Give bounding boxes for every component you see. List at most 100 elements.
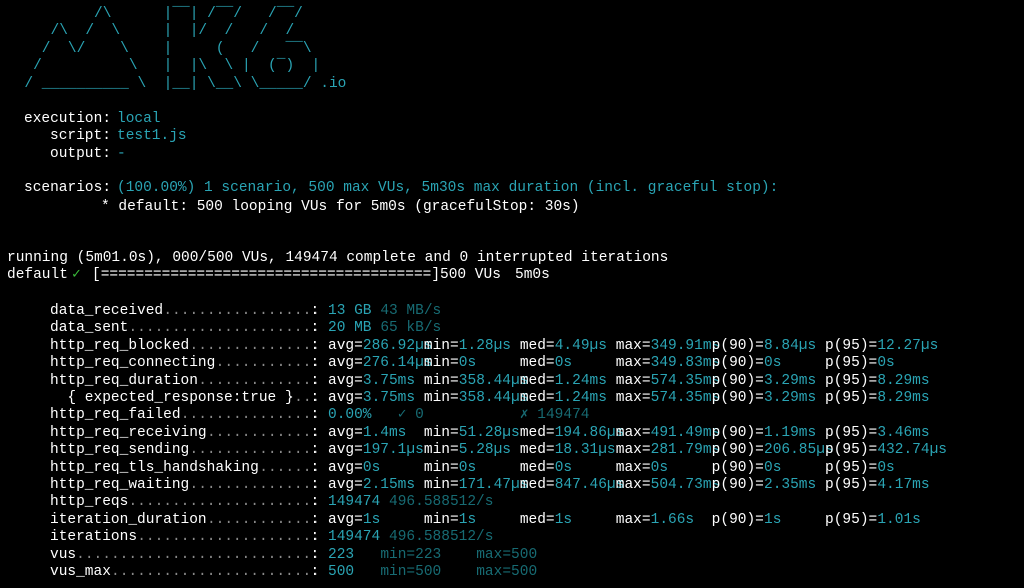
- metric-value: med=: [519, 372, 555, 389]
- metric-value: p(95)=: [825, 477, 878, 493]
- metric-colon: :: [310, 494, 320, 511]
- metric-value: ✓ 0: [397, 407, 424, 424]
- metric-value: 206.85µs: [764, 442, 834, 459]
- metric-value: p(95)=: [825, 459, 878, 476]
- metric-value: p(90)=: [711, 390, 764, 406]
- metric-value: p(95)=: [825, 372, 878, 389]
- metric-value: min=: [423, 459, 459, 476]
- metric-name: data_received: [50, 303, 164, 319]
- metric-value: 847.46µs: [554, 477, 625, 493]
- metric-value: 349.91ms: [650, 337, 721, 354]
- metric-value: max=: [615, 355, 651, 372]
- metric-value: 574.35ms: [650, 372, 721, 389]
- metric-value: p(90)=: [711, 337, 764, 354]
- metric-value: 1.4ms: [362, 424, 407, 441]
- metric-dots: ......................: [128, 494, 320, 511]
- metric-name: vus: [50, 546, 77, 563]
- terminal-window[interactable]: /\ |‾‾| /‾‾/ /‾‾/ /\ / \ | |/ / / / / \/…: [0, 0, 1024, 588]
- metric-value: 1.24ms: [554, 372, 607, 389]
- metric-value: 149474: [328, 529, 381, 546]
- metric-value: p(90)=: [711, 355, 764, 372]
- metric-value: p(90)=: [711, 477, 764, 493]
- metric-name: iterations: [50, 529, 138, 546]
- metric-value: 1s: [458, 511, 477, 528]
- metric-name: http_req_waiting: [50, 477, 190, 493]
- metric-value: 0s: [764, 459, 782, 476]
- metric-value: 2.35ms: [764, 477, 817, 493]
- metric-value: 13 GB: [328, 303, 372, 319]
- metric-value: 3.75ms: [362, 372, 416, 389]
- metric-value: 1s: [554, 511, 573, 528]
- metric-value: max=500: [476, 546, 538, 563]
- metric-value: med=: [519, 459, 555, 476]
- metric-value: max=: [615, 477, 651, 493]
- metric-value: 358.44µs: [458, 390, 529, 406]
- metric-value: med=: [519, 337, 555, 354]
- metric-dots: ...............: [189, 442, 321, 459]
- metric-value: avg=: [328, 355, 363, 372]
- metric-value: avg=: [328, 424, 363, 441]
- metric-colon: :: [310, 390, 320, 406]
- metric-value: 194.86µs: [554, 424, 625, 441]
- metric-value: 349.83ms: [650, 355, 721, 372]
- metric-value: p(95)=: [825, 442, 878, 459]
- metric-value: min=: [423, 424, 459, 441]
- metric-value: 491.49ms: [650, 424, 721, 441]
- metric-value: max=: [615, 390, 651, 406]
- metric-value: med=: [519, 511, 555, 528]
- metric-dots: ............................: [76, 546, 320, 563]
- metric-name: iteration_duration: [50, 511, 207, 528]
- logo-line: / __________ \ |__| \__\ \_____/ .io: [7, 75, 347, 92]
- metric-name: http_req_duration: [50, 372, 198, 389]
- metric-colon: :: [310, 355, 320, 372]
- metric-value: 197.1µs: [362, 442, 424, 459]
- metric-colon: :: [310, 337, 320, 354]
- metric-value: 223: [328, 546, 355, 563]
- metric-value: 1.01s: [877, 511, 921, 528]
- metric-value: med=: [519, 442, 555, 459]
- metric-name: http_reqs: [50, 494, 129, 511]
- metric-value: avg=: [328, 477, 363, 493]
- logo-line: / \/ \ | ( / ‾‾\: [7, 40, 312, 57]
- metric-name: http_req_tls_handshaking: [50, 459, 259, 476]
- scenarios-summary: (100.00%) 1 scenario, 500 max VUs, 5m30s…: [117, 180, 779, 196]
- metric-value: min=: [423, 477, 459, 493]
- metric-colon: :: [310, 320, 320, 337]
- metric-value: max=: [615, 511, 651, 528]
- metric-value: 0s: [877, 459, 895, 476]
- metric-name: http_req_sending: [50, 442, 190, 459]
- metric-dots: ..................: [163, 303, 320, 319]
- execution-label: execution:: [24, 111, 112, 127]
- metric-value: 1.66s: [650, 511, 695, 528]
- metric-colon: :: [310, 459, 320, 476]
- metric-colon: :: [310, 529, 320, 546]
- progress-bar: [======================================]: [92, 267, 441, 283]
- metric-value: 43 MB/s: [380, 303, 442, 319]
- run-status: running (5m01.0s), 000/500 VUs, 149474 c…: [7, 250, 669, 266]
- metric-value: min=: [423, 337, 459, 354]
- metric-colon: :: [310, 511, 320, 528]
- metric-colon: :: [310, 546, 320, 563]
- metric-value: 1.24ms: [554, 390, 607, 406]
- metric-value: 171.47µs: [458, 477, 529, 493]
- metric-value: 281.79ms: [650, 442, 721, 459]
- metric-value: p(90)=: [711, 511, 764, 528]
- metric-value: med=: [519, 477, 555, 493]
- metric-dots: ........................: [111, 564, 320, 580]
- logo-line: /\ |‾‾| /‾‾/ /‾‾/: [7, 6, 303, 22]
- metric-value: med=: [519, 355, 555, 372]
- check-icon: ✓: [72, 267, 81, 283]
- metric-value: min=: [423, 355, 459, 372]
- metric-value: 149474: [328, 494, 381, 511]
- script-label: script:: [50, 128, 111, 144]
- metric-value: med=: [519, 390, 555, 406]
- metric-value: max=: [615, 459, 651, 476]
- metric-value: 8.29ms: [877, 372, 930, 389]
- metric-value: 12.27µs: [877, 337, 939, 354]
- metric-colon: :: [310, 407, 320, 424]
- metric-value: 5.28µs: [458, 442, 512, 459]
- metric-value: avg=: [328, 459, 363, 476]
- metric-colon: :: [310, 424, 320, 441]
- metric-value: 432.74µs: [877, 442, 947, 459]
- progress-duration: 5m0s: [515, 267, 550, 283]
